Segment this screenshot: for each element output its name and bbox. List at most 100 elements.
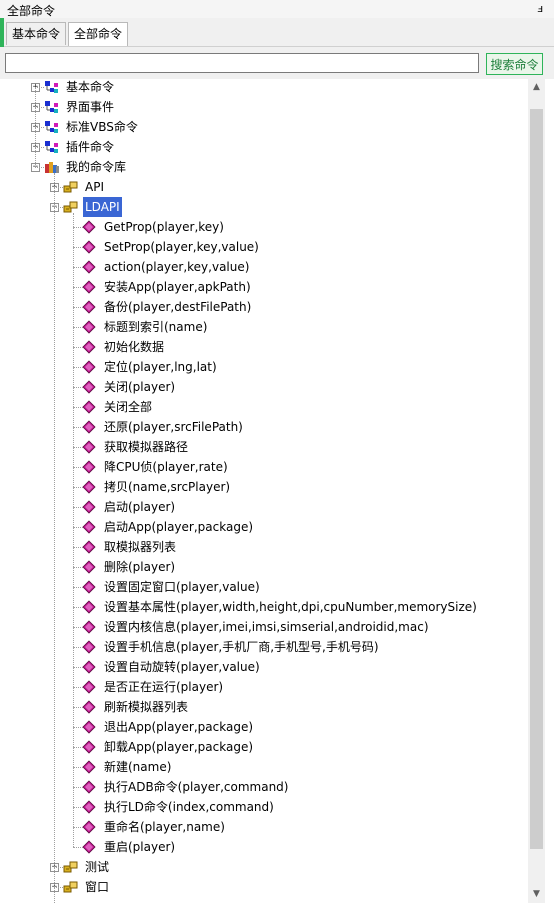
tree-node-label: 重命名(player,name): [104, 820, 225, 834]
tree-node-top-level[interactable]: + 基本命令: [0, 79, 528, 97]
tree-node-top-level[interactable]: + 标准VBS命令: [0, 117, 528, 137]
tree-connector: [35, 167, 44, 168]
tree-connector: [35, 107, 44, 108]
tree-node-label: 启动(player): [104, 500, 176, 514]
tree-node-top-level[interactable]: + 界面事件: [0, 97, 528, 117]
tree-node-label: 删除(player): [104, 560, 176, 574]
function-icon: [82, 580, 96, 594]
command-group-icon: [45, 121, 58, 133]
tree-node-label: 关闭全部: [104, 400, 153, 414]
tree-node-label: 设置自动旋转(player,value): [104, 660, 260, 674]
scroll-up-arrow-icon[interactable]: ▲: [528, 79, 545, 96]
tree-node-label: GetProp(player,key): [104, 220, 224, 234]
tree-node-label: LDAPI: [83, 197, 122, 217]
tree-node-label: 插件命令: [66, 140, 115, 154]
function-icon: [82, 420, 96, 434]
function-icon: [82, 780, 96, 794]
tree-node-label: 我的命令库: [66, 160, 127, 174]
search-button[interactable]: 搜索命令: [486, 53, 543, 75]
tree-node-label: 降CPU侦(player,rate): [104, 460, 228, 474]
tree-connector: [73, 827, 83, 828]
tree-connector: [73, 707, 83, 708]
tree-connector: [73, 647, 83, 648]
tree-connector: [73, 687, 83, 688]
function-icon: [82, 380, 96, 394]
command-tree[interactable]: + 基本命令 + 界面事件 + 标准VBS命令 + 插件命令 − 我的命令库 + API − LDAPI G…: [0, 79, 528, 903]
tree-node-label: action(player,key,value): [104, 260, 250, 274]
scroll-down-arrow-icon[interactable]: ▼: [528, 886, 545, 903]
function-icon: [82, 280, 96, 294]
tab-basic-commands[interactable]: 基本命令: [6, 22, 67, 45]
tree-node-module[interactable]: + API: [0, 177, 528, 197]
tree-connector: [73, 487, 83, 488]
tree-node-label: 拷贝(name,srcPlayer): [104, 480, 231, 494]
tree-node-label: 界面事件: [66, 100, 115, 114]
function-icon: [82, 480, 96, 494]
tree-connector: [73, 347, 83, 348]
tree-node-module[interactable]: + 窗口: [0, 877, 528, 897]
function-icon: [82, 520, 96, 534]
panel-title: 全部命令: [7, 4, 56, 18]
pin-icon[interactable]: ⅎ: [537, 2, 543, 15]
function-icon: [82, 220, 96, 234]
tree-connector: [73, 267, 83, 268]
tree-node-label: 测试: [85, 860, 110, 874]
function-icon: [82, 440, 96, 454]
search-row: 搜索命令: [0, 47, 554, 79]
tree-node-label: 初始化数据: [104, 340, 165, 354]
tree-connector: [73, 747, 83, 748]
tree-connector: [73, 213, 74, 847]
tree-node-top-level[interactable]: + 插件命令: [0, 137, 528, 157]
tree-connector: [73, 567, 83, 568]
tab-bar: 基本命令 全部命令: [4, 18, 554, 47]
tree-connector: [73, 787, 83, 788]
tree-node-label: 窗口: [85, 880, 110, 894]
tree-node-label: 备份(player,destFilePath): [104, 300, 252, 314]
function-icon: [82, 320, 96, 334]
tree-node-module[interactable]: − LDAPI: [0, 197, 528, 217]
command-group-icon: [45, 81, 58, 93]
vertical-scrollbar[interactable]: ▲ ▼: [528, 79, 545, 903]
function-icon: [82, 620, 96, 634]
tree-connector: [73, 507, 83, 508]
tree-connector: [54, 887, 63, 888]
tree-node-label: 定位(player,lng,lat): [104, 360, 217, 374]
tree-node-label: 取模拟器列表: [104, 540, 177, 554]
tree-node-label: 基本命令: [66, 80, 115, 94]
tree-node-label: 标题到索引(name): [104, 320, 208, 334]
tab-all-commands[interactable]: 全部命令: [68, 22, 129, 46]
tree-connector: [73, 547, 83, 548]
module-icon: [63, 181, 78, 193]
search-input[interactable]: [5, 53, 479, 73]
tree-node-label: SetProp(player,key,value): [104, 240, 259, 254]
tree-connector: [73, 767, 83, 768]
tree-connector: [73, 307, 83, 308]
tree-connector: [54, 187, 63, 188]
function-icon: [82, 700, 96, 714]
scrollbar-thumb[interactable]: [530, 109, 543, 849]
tree-connector: [73, 387, 83, 388]
tree-connector: [73, 587, 83, 588]
tree-node-label: 是否正在运行(player): [104, 680, 224, 694]
tree-node-label: 执行ADB命令(player,command): [104, 780, 289, 794]
tree-node-label: 还原(player,srcFilePath): [104, 420, 243, 434]
tree-connector: [73, 367, 83, 368]
tree-connector: [73, 407, 83, 408]
module-icon: [63, 881, 78, 893]
tree-node-label: 重启(player): [104, 840, 176, 854]
function-icon: [82, 680, 96, 694]
tree-node-label: 关闭(player): [104, 380, 176, 394]
function-icon: [82, 740, 96, 754]
tree-connector: [73, 627, 83, 628]
tree-node-label: 设置固定窗口(player,value): [104, 580, 260, 594]
tree-node-label: 退出App(player,package): [104, 720, 254, 734]
panel-titlebar: 全部命令 ⅎ: [0, 0, 554, 18]
tree-connector: [73, 607, 83, 608]
tree-node-label: 新建(name): [104, 760, 172, 774]
tree-node-top-level[interactable]: − 我的命令库: [0, 157, 528, 177]
function-icon: [82, 760, 96, 774]
tree-node-module[interactable]: + 测试: [0, 857, 528, 877]
command-group-icon: [45, 141, 58, 153]
function-icon: [82, 840, 96, 854]
tree-node-label: 设置内核信息(player,imei,imsi,simserial,androi…: [104, 620, 429, 634]
